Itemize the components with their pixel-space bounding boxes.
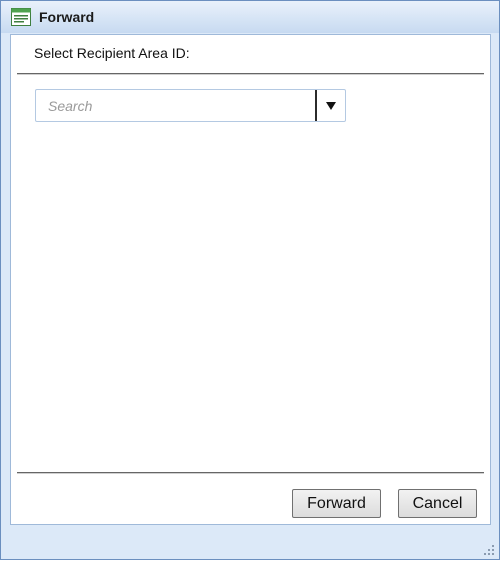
window-title: Forward (39, 9, 95, 25)
title-bar[interactable]: Forward (1, 1, 499, 33)
recipient-combobox (35, 89, 346, 122)
recipient-prompt-label: Select Recipient Area ID: (34, 45, 190, 61)
search-input[interactable] (36, 90, 315, 121)
bottom-divider (17, 472, 484, 474)
dropdown-button[interactable] (317, 90, 345, 121)
caret-down-icon (326, 97, 336, 115)
content-panel: Select Recipient Area ID: Forward Cancel (10, 34, 491, 525)
top-divider (17, 73, 484, 75)
list-document-icon (11, 8, 31, 26)
forward-dialog: Forward Select Recipient Area ID: Forwar… (0, 0, 500, 560)
cancel-button[interactable]: Cancel (398, 489, 477, 518)
resize-grip-icon[interactable] (483, 543, 495, 555)
forward-button[interactable]: Forward (292, 489, 381, 518)
